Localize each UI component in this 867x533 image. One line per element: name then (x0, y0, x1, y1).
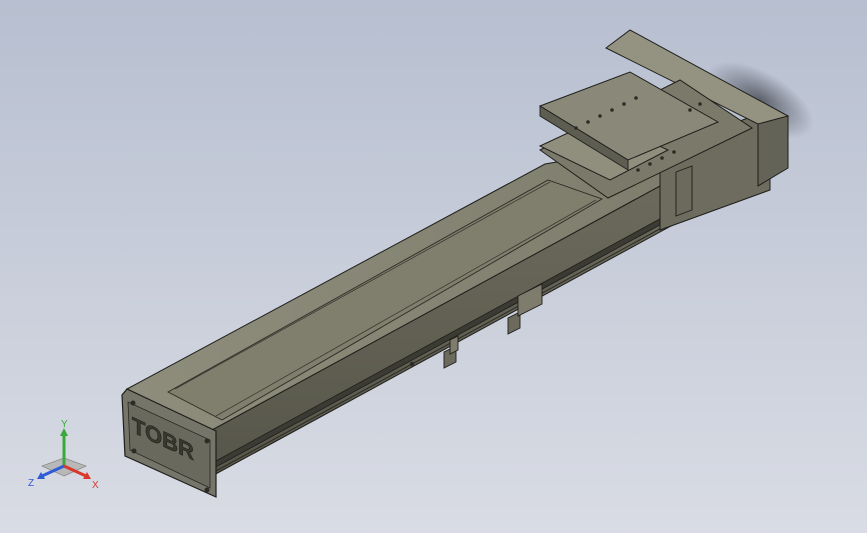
end-plate-hole-2 (204, 438, 210, 444)
end-plate-hole-3 (131, 448, 137, 454)
axis-triad: Y X Z (28, 419, 99, 491)
groove-line-2 (215, 199, 597, 417)
z-axis-label: Z (28, 478, 34, 489)
x-axis-label: X (92, 480, 99, 491)
motor-box-front (757, 115, 789, 187)
y-axis-label: Y (61, 419, 68, 430)
side-screw (409, 361, 415, 367)
carriage-clamp (675, 165, 693, 217)
cad-viewport[interactable]: TOBR Y X Z (0, 0, 867, 533)
linear-actuator-model[interactable]: TOBR (0, 0, 867, 533)
end-plate-hole-1 (130, 400, 136, 406)
end-plate-hole-4 (204, 487, 210, 493)
